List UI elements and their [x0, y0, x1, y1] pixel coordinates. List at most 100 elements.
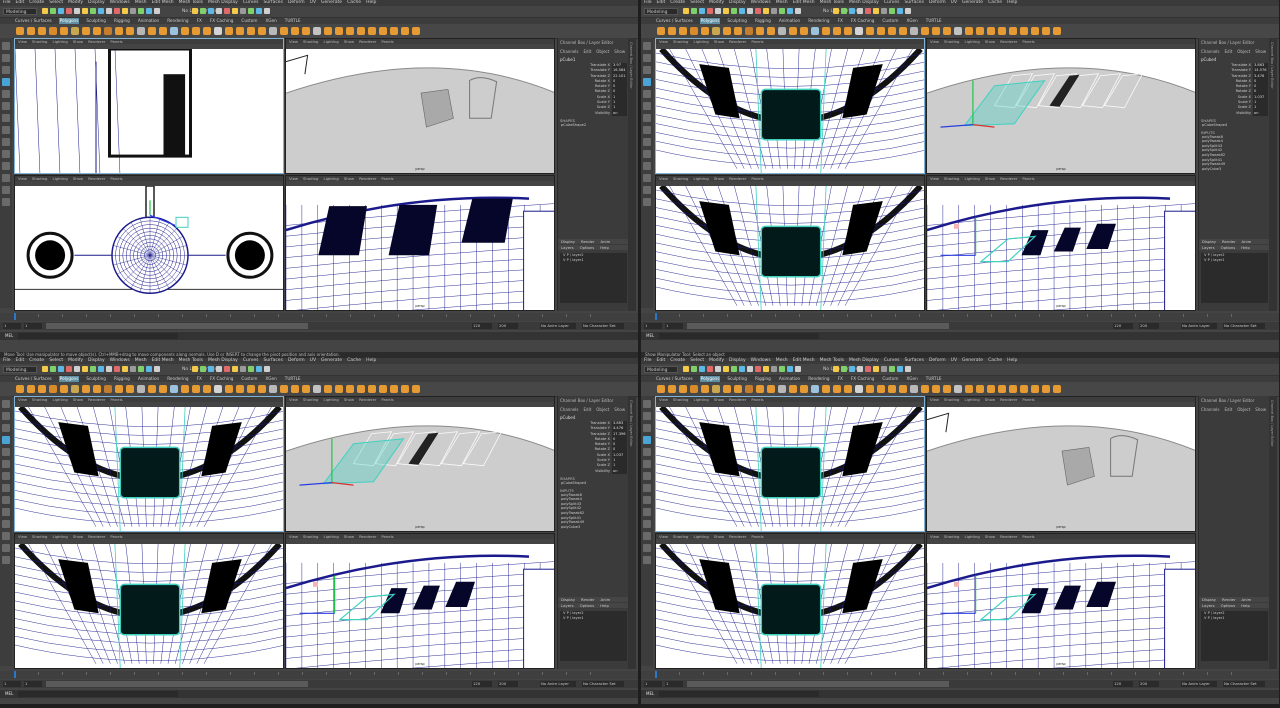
status-line-icon[interactable]: [98, 366, 104, 372]
shelf-tool-icon[interactable]: [401, 385, 409, 393]
shelf-tool-icon[interactable]: [38, 27, 46, 35]
shelf-tool-icon[interactable]: [192, 385, 200, 393]
shelf-tool-icon[interactable]: [126, 385, 134, 393]
shelf-tool-icon[interactable]: [800, 385, 808, 393]
shelf-tool-icon[interactable]: [1020, 27, 1028, 35]
time-slider[interactable]: [0, 671, 638, 679]
shelf-tool-icon[interactable]: [910, 27, 918, 35]
channel-box-tab-edit[interactable]: Edit: [1225, 407, 1233, 412]
shelf-tool-icon[interactable]: [679, 27, 687, 35]
layer-row[interactable]: V P / layer1layer1: [560, 258, 627, 263]
toolbox-tool-icon[interactable]: [2, 436, 10, 444]
shelf-tool-icon[interactable]: [324, 27, 332, 35]
menu-select[interactable]: Select: [49, 0, 63, 6]
shelf-tool-icon[interactable]: [921, 385, 929, 393]
toolbox-tool-icon[interactable]: [643, 544, 651, 552]
status-line-icon[interactable]: [200, 8, 206, 14]
time-slider[interactable]: [641, 671, 1279, 679]
status-line-icon[interactable]: [232, 366, 238, 372]
shelf-tool-icon[interactable]: [181, 385, 189, 393]
shelf-tool-icon[interactable]: [27, 27, 35, 35]
shelf-tool-icon[interactable]: [71, 27, 79, 35]
menu-surfaces[interactable]: Surfaces: [904, 358, 924, 364]
channel-box-tab-edit[interactable]: Edit: [584, 49, 592, 54]
viewport-top-left[interactable]: View Shading Lighting Show Renderer Panels: [655, 396, 925, 532]
shelf-tool-icon[interactable]: [379, 27, 387, 35]
viewport-top-left[interactable]: View Shading Lighting Show Renderer Panels: [14, 396, 284, 532]
range-slider[interactable]: 1 1 120 200 No Anim Layer No Character Set: [641, 322, 1279, 330]
channel-box-tab-channels[interactable]: Channels: [560, 407, 579, 412]
menu-edit-mesh[interactable]: Edit Mesh: [793, 0, 815, 6]
status-line-icon[interactable]: [50, 8, 56, 14]
toolbox-tool-icon[interactable]: [643, 424, 651, 432]
status-line-icon[interactable]: [216, 366, 222, 372]
toolbox-tool-icon[interactable]: [643, 174, 651, 182]
shelf-tool-icon[interactable]: [170, 385, 178, 393]
status-line-icon[interactable]: [248, 8, 254, 14]
shelf-tool-icon[interactable]: [148, 385, 156, 393]
status-line-icon[interactable]: [723, 8, 729, 14]
status-line-icon[interactable]: [216, 8, 222, 14]
status-line-icon[interactable]: [58, 8, 64, 14]
range-outer-end-field[interactable]: 200: [498, 681, 518, 687]
mode-select[interactable]: Modeling: [3, 366, 37, 373]
shelf-tool-icon[interactable]: [258, 27, 266, 35]
shelf-tool-icon[interactable]: [280, 385, 288, 393]
status-line-icon[interactable]: [138, 8, 144, 14]
menu-surfaces[interactable]: Surfaces: [263, 358, 283, 364]
toolbox-tool-icon[interactable]: [2, 66, 10, 74]
status-line-icon[interactable]: [699, 366, 705, 372]
toolbox-tool-icon[interactable]: [643, 448, 651, 456]
status-line-icon[interactable]: [731, 366, 737, 372]
shelf-tool-icon[interactable]: [368, 385, 376, 393]
menu-select[interactable]: Select: [690, 358, 704, 364]
toolbox-tool-icon[interactable]: [2, 520, 10, 528]
shelf-tool-icon[interactable]: [723, 27, 731, 35]
viewport-bottom-left[interactable]: View Shading Lighting Show Renderer Panels: [655, 175, 925, 311]
toolbox-tool-icon[interactable]: [2, 186, 10, 194]
toolbox-tool-icon[interactable]: [2, 532, 10, 540]
channel-attribute-value[interactable]: on: [612, 110, 627, 116]
status-line-icon[interactable]: [833, 8, 839, 14]
toolbox-tool-icon[interactable]: [643, 138, 651, 146]
layer-menu-options[interactable]: Options: [1221, 603, 1236, 608]
current-frame-marker[interactable]: [14, 671, 16, 678]
menu-cache[interactable]: Cache: [988, 358, 1002, 364]
shelf-tool-icon[interactable]: [302, 385, 310, 393]
toolbox-tool-icon[interactable]: [2, 508, 10, 516]
menu-uv[interactable]: UV: [951, 0, 957, 6]
viewport-top-left[interactable]: View Shading Lighting Show Renderer Panels: [14, 38, 284, 174]
shelf-tool-icon[interactable]: [16, 385, 24, 393]
layer-tab-anim[interactable]: Anim: [1242, 597, 1252, 602]
mode-select[interactable]: Modeling: [644, 8, 678, 15]
shelf-tool-icon[interactable]: [203, 385, 211, 393]
shelf-tool-icon[interactable]: [115, 27, 123, 35]
status-line-icon[interactable]: [771, 8, 777, 14]
layer-menu-options[interactable]: Options: [1221, 245, 1236, 250]
shelf-tool-icon[interactable]: [313, 27, 321, 35]
status-line-icon[interactable]: [114, 8, 120, 14]
status-line-icon[interactable]: [731, 8, 737, 14]
shelf-tool-icon[interactable]: [734, 27, 742, 35]
toolbox-tool-icon[interactable]: [643, 412, 651, 420]
toolbox-tool-icon[interactable]: [2, 448, 10, 456]
layer-menu-layers[interactable]: Layers: [561, 245, 574, 250]
range-bar[interactable]: [46, 681, 308, 687]
menu-mesh[interactable]: Mesh: [776, 0, 788, 6]
status-line-icon[interactable]: [264, 366, 270, 372]
shelf-tool-icon[interactable]: [657, 27, 665, 35]
layer-menu-help[interactable]: Help: [600, 603, 609, 608]
viewport-top-left[interactable]: View Shading Lighting Show Renderer Panels: [655, 38, 925, 174]
menu-select[interactable]: Select: [690, 0, 704, 6]
shelf-tool-icon[interactable]: [1042, 27, 1050, 35]
mode-select[interactable]: Modeling: [3, 8, 37, 15]
shelf-tool-icon[interactable]: [1042, 385, 1050, 393]
toolbox-tool-icon[interactable]: [643, 400, 651, 408]
toolbox-tool-icon[interactable]: [643, 114, 651, 122]
shelf-tool-icon[interactable]: [126, 27, 134, 35]
layer-tab-display[interactable]: Display: [561, 239, 575, 244]
menu-deform[interactable]: Deform: [929, 358, 946, 364]
status-line-icon[interactable]: [66, 366, 72, 372]
shelf-tool-icon[interactable]: [302, 27, 310, 35]
shelf-tool-icon[interactable]: [1053, 27, 1061, 35]
